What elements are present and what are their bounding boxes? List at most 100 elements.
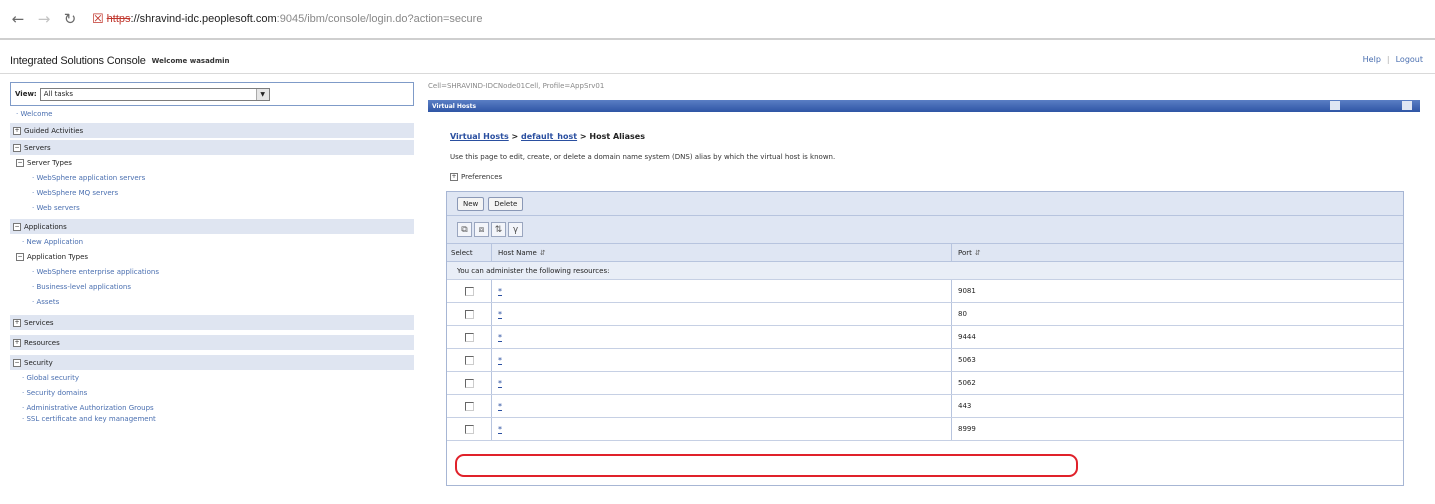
host-name-link[interactable]: * — [498, 356, 502, 365]
show-filter-icon[interactable]: ⇅ — [491, 222, 506, 237]
port-cell: 8999 — [951, 418, 1403, 440]
address-bar[interactable]: ☒ https://shravind-idc.peoplesoft.com:90… — [92, 12, 482, 27]
nav-assets-link[interactable]: · Assets — [10, 294, 414, 309]
nav-section-label: Services — [24, 318, 54, 327]
select-all-icon[interactable]: ⧉ — [457, 222, 472, 237]
delete-button[interactable]: Delete — [488, 196, 524, 211]
nav-global-security-link[interactable]: · Global security — [10, 370, 414, 385]
breadcrumb-default-host-link[interactable]: default_host — [521, 132, 577, 141]
expand-plus-icon[interactable]: + — [13, 338, 21, 347]
banner-links: Help | Logout — [1363, 55, 1423, 64]
nav-link-label: WebSphere enterprise applications — [36, 267, 159, 276]
column-header-port[interactable]: Port ⇵ — [951, 244, 1403, 261]
port-cell: 5062 — [951, 372, 1403, 394]
url-path: :9045/ibm/console/login.do?action=secure — [276, 13, 483, 25]
nav-server-types[interactable]: − Server Types — [10, 155, 414, 170]
portlet-minimize-icon[interactable] — [1402, 101, 1412, 110]
nav-business-level-apps-link[interactable]: · Business-level applications — [10, 279, 414, 294]
port-cell: 443 — [951, 395, 1403, 417]
column-header-host-name[interactable]: Host Name ⇵ — [491, 244, 951, 261]
row-checkbox[interactable] — [464, 424, 474, 434]
nav-link-label: Global security — [26, 373, 79, 382]
nav-security-domains-link[interactable]: · Security domains — [10, 385, 414, 400]
url-text[interactable]: https://shravind-idc.peoplesoft.com:9045… — [107, 13, 483, 25]
nav-ssl-cert-link[interactable]: · SSL certificate and key management — [10, 415, 414, 423]
expand-plus-icon[interactable]: + — [13, 126, 21, 135]
link-separator: | — [1386, 55, 1390, 64]
table-row: * 8999 — [447, 418, 1403, 441]
expand-plus-icon[interactable]: + — [450, 173, 458, 181]
nav-link-label: WebSphere MQ servers — [36, 188, 119, 197]
highlight-annotation-oval — [455, 454, 1078, 477]
nav-welcome-link[interactable]: · Welcome — [10, 106, 414, 121]
nav-section-label: Resources — [24, 338, 60, 347]
new-button[interactable]: New — [457, 196, 485, 211]
collapse-minus-icon[interactable]: − — [16, 252, 24, 261]
table-row: * 5062 — [447, 372, 1403, 395]
row-checkbox[interactable] — [464, 378, 474, 388]
nav-link-label: Web servers — [36, 203, 80, 212]
nav-websphere-mq-servers-link[interactable]: · WebSphere MQ servers — [10, 185, 414, 200]
nav-section-security[interactable]: − Security — [10, 355, 414, 370]
row-checkbox[interactable] — [464, 332, 474, 342]
nav-enterprise-apps-link[interactable]: · WebSphere enterprise applications — [10, 264, 414, 279]
view-select[interactable]: All tasks ▼ — [39, 87, 270, 101]
host-name-link[interactable]: * — [498, 310, 502, 319]
console-title: Integrated Solutions Console — [10, 54, 146, 67]
breadcrumb: Virtual Hosts > default_host > Host Alia… — [450, 132, 645, 141]
nav-section-resources[interactable]: + Resources — [10, 335, 414, 350]
row-select-cell — [447, 355, 491, 365]
url-host: ://shravind-idc.peoplesoft.com — [130, 13, 277, 25]
nav-section-applications[interactable]: − Applications — [10, 219, 414, 234]
nav-section-services[interactable]: + Services — [10, 315, 414, 330]
host-name-cell: * — [491, 372, 951, 394]
host-name-link[interactable]: * — [498, 379, 502, 388]
nav-link-label: Assets — [36, 297, 60, 306]
nav-web-servers-link[interactable]: · Web servers — [10, 200, 414, 215]
page-description: Use this page to edit, create, or delete… — [450, 153, 836, 161]
back-arrow-icon[interactable]: ← — [8, 9, 28, 29]
collapse-minus-icon[interactable]: − — [16, 158, 24, 167]
nav-admin-auth-groups-link[interactable]: · Administrative Authorization Groups — [10, 400, 414, 415]
collapse-minus-icon[interactable]: − — [13, 222, 21, 231]
forward-arrow-icon[interactable]: → — [34, 9, 54, 29]
portlet-help-icon[interactable] — [1330, 101, 1340, 110]
nav-application-types[interactable]: − Application Types — [10, 249, 414, 264]
row-checkbox[interactable] — [464, 401, 474, 411]
help-link[interactable]: Help — [1363, 55, 1381, 64]
logout-link[interactable]: Logout — [1396, 55, 1423, 64]
breadcrumb-virtual-hosts-link[interactable]: Virtual Hosts — [450, 132, 509, 141]
column-header-label: Host Name — [498, 248, 537, 257]
port-cell: 5063 — [951, 349, 1403, 371]
nav-websphere-app-servers-link[interactable]: · WebSphere application servers — [10, 170, 414, 185]
nav-section-servers[interactable]: − Servers — [10, 140, 414, 155]
host-name-link[interactable]: * — [498, 402, 502, 411]
nav-welcome-label: Welcome — [20, 109, 53, 118]
sort-icon[interactable]: ⇵ — [540, 249, 546, 257]
dropdown-arrow-icon[interactable]: ▼ — [255, 88, 269, 100]
nav-section-label: Applications — [24, 222, 67, 231]
nav-section-label: Guided Activities — [24, 126, 84, 135]
port-cell: 9444 — [951, 326, 1403, 348]
preferences-toggle[interactable]: + Preferences — [450, 173, 502, 181]
reload-icon[interactable]: ↻ — [60, 9, 80, 29]
view-select-value: All tasks — [43, 90, 74, 98]
nav-new-application-link[interactable]: · New Application — [10, 234, 414, 249]
row-checkbox[interactable] — [464, 286, 474, 296]
nav-section-guided-activities[interactable]: + Guided Activities — [10, 123, 414, 138]
row-checkbox[interactable] — [464, 309, 474, 319]
collapse-minus-icon[interactable]: − — [13, 358, 21, 367]
host-name-link[interactable]: * — [498, 425, 502, 434]
deselect-all-icon[interactable]: ⧈ — [474, 222, 489, 237]
row-checkbox[interactable] — [464, 355, 474, 365]
sort-icon[interactable]: ⇵ — [975, 249, 981, 257]
column-header-select: Select — [451, 248, 473, 257]
host-name-link[interactable]: * — [498, 287, 502, 296]
host-name-link[interactable]: * — [498, 333, 502, 342]
filter-icon[interactable]: γ — [508, 222, 523, 237]
navigation-tree: View: All tasks ▼ · Welcome + Guided Acti… — [10, 82, 414, 504]
host-name-cell: * — [491, 303, 951, 325]
expand-plus-icon[interactable]: + — [13, 318, 21, 327]
collapse-minus-icon[interactable]: − — [13, 143, 21, 152]
row-select-cell — [447, 286, 491, 296]
